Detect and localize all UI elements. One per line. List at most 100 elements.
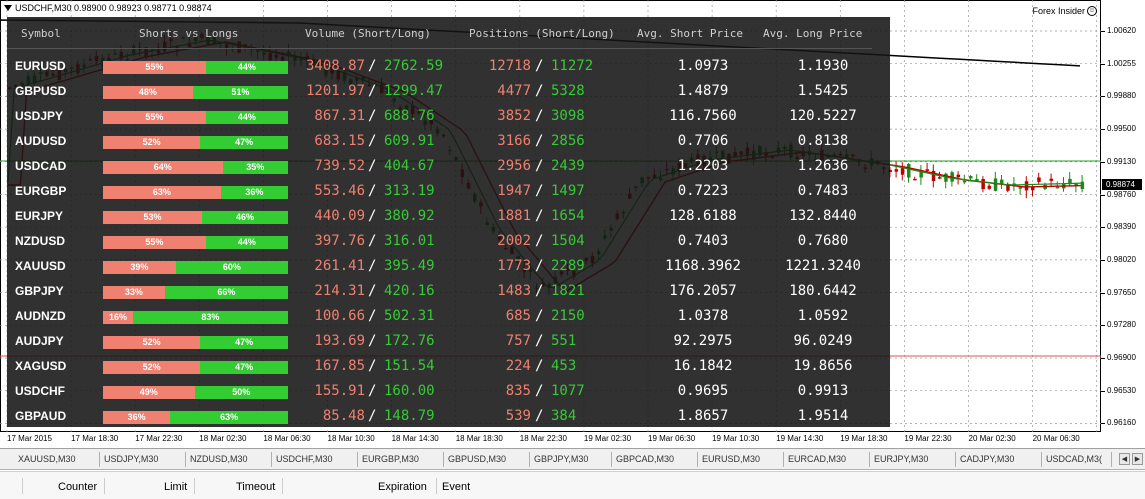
short-percent: 52% (103, 136, 201, 149)
short-percent: 48% (103, 86, 193, 99)
positions-separator: / (535, 358, 544, 374)
symbol-cell: XAUUSD (15, 259, 66, 273)
long-percent: 44% (205, 61, 288, 74)
long-percent: 35% (222, 161, 288, 174)
volume-separator: / (368, 258, 377, 274)
column-event[interactable]: Event (442, 481, 470, 493)
chart-tab[interactable]: GBPUSD,M30 (444, 452, 530, 467)
chart-tab[interactable]: USDCHF,M30 (272, 452, 358, 467)
chart-tab[interactable]: EURUSD,M30 (698, 452, 784, 467)
avg-long-price: 1.0592 (797, 308, 849, 324)
table-row: USDJPY 55% 44% 867.31/688.76 3852/3098 116.75… (7, 104, 890, 129)
positions-long: 2289 (551, 258, 585, 274)
header-shorts-vs-longs: Shorts vs Longs (139, 27, 239, 40)
price-label: 0.98020 (1107, 254, 1136, 264)
chart-tab[interactable]: NZDUSD,M30 (186, 452, 272, 467)
chart-tab[interactable]: EURJPY,M30 (870, 452, 956, 467)
table-row: AUDUSD 52% 47% 683.15/609.91 3166/2856 0.7706… (7, 129, 890, 154)
short-percent: 39% (103, 261, 176, 274)
positions-long: 1497 (551, 183, 585, 199)
chart-tab[interactable]: EURGBP,M30 (358, 452, 444, 467)
volume-long: 160.00 (384, 383, 435, 399)
column-timeout[interactable]: Timeout (236, 481, 275, 493)
volume-long: 380.92 (384, 208, 435, 224)
long-percent: 63% (170, 411, 288, 424)
chart-window[interactable]: USDCHF,M30 0.98900 0.98923 0.98771 0.988… (0, 0, 1145, 449)
symbol-cell: EURUSD (15, 59, 66, 73)
chart-tab[interactable]: CADJPY,M30 (956, 452, 1042, 467)
positions-long: 1077 (551, 383, 585, 399)
volume-short: 155.91 (314, 383, 365, 399)
price-label: 0.96160 (1107, 418, 1136, 428)
price-tick (1101, 259, 1105, 261)
symbol-cell: XAGUSD (15, 359, 67, 373)
chart-tab[interactable]: GBPCAD,M30 (612, 452, 698, 467)
positions-short: 1881 (497, 208, 531, 224)
price-scale[interactable]: 1.00620 1.00255 0.99880 0.99500 0.99130 0.987… (1101, 0, 1145, 432)
column-limit[interactable]: Limit (164, 481, 187, 493)
price-label: 0.98390 (1107, 222, 1136, 232)
symbol-cell: NZDUSD (15, 234, 65, 248)
volume-long: 313.19 (384, 183, 435, 199)
short-percent: 55% (103, 236, 206, 249)
column-counter[interactable]: Counter (58, 481, 97, 493)
volume-separator: / (368, 133, 377, 149)
positions-short: 4477 (497, 83, 531, 99)
positions-separator: / (535, 208, 544, 224)
time-label: 17 Mar 22:30 (135, 434, 183, 443)
positions-panel: Symbol Shorts vs Longs Volume (Short/Lon… (7, 17, 890, 427)
long-percent: 36% (220, 186, 288, 199)
candle-body (956, 174, 961, 178)
volume-long: 502.31 (384, 308, 435, 324)
sentiment-bar: 39% 60% (103, 261, 288, 274)
scroll-right-icon[interactable]: ▶ (1132, 453, 1143, 465)
chart-tab[interactable]: GBPJPY,M30 (530, 452, 612, 467)
chart-title-text: USDCHF,M30 0.98900 0.98923 0.98771 0.988… (15, 3, 212, 13)
price-label: 0.99130 (1107, 156, 1136, 166)
volume-short: 261.41 (314, 258, 365, 274)
dropdown-triangle-icon[interactable] (4, 5, 12, 11)
long-percent: 47% (200, 361, 288, 374)
scroll-left-icon[interactable]: ◀ (1119, 453, 1130, 465)
chart-tab[interactable]: USDJPY,M30 (100, 452, 186, 467)
chart-tab[interactable]: EURCAD,M30 (784, 452, 870, 467)
time-label: 19 Mar 06:30 (648, 434, 696, 443)
positions-long: 1821 (551, 283, 585, 299)
positions-short: 1483 (497, 283, 531, 299)
avg-long-price: 120.5227 (789, 108, 857, 124)
positions-long: 2856 (551, 133, 585, 149)
header-avg-long: Avg. Long Price (763, 27, 863, 40)
volume-separator: / (368, 333, 377, 349)
volume-long: 688.76 (384, 108, 435, 124)
sentiment-bar: 53% 46% (103, 211, 288, 224)
time-label: 19 Mar 18:30 (840, 434, 888, 443)
time-label: 18 Mar 18:30 (455, 434, 503, 443)
positions-separator: / (535, 133, 544, 149)
tab-scroll-arrows: ◀ ▶ (1119, 453, 1143, 465)
volume-long: 172.76 (384, 333, 435, 349)
price-tick (1101, 292, 1105, 294)
avg-long-price: 0.7680 (797, 233, 849, 249)
volume-long: 148.79 (384, 408, 435, 424)
candle-body (1024, 181, 1029, 191)
candle-body (987, 185, 992, 189)
column-expiration[interactable]: Expiration (378, 481, 427, 493)
positions-short: 2956 (497, 158, 531, 174)
price-tick (1101, 63, 1105, 65)
positions-short: 224 (505, 358, 531, 374)
volume-separator: / (368, 208, 377, 224)
price-tick (1101, 161, 1105, 163)
volume-short: 683.15 (314, 133, 365, 149)
chart-tab[interactable]: USDCAD,M3( (1042, 452, 1112, 467)
positions-separator: / (535, 258, 544, 274)
short-percent: 36% (103, 411, 171, 424)
avg-long-price: 19.8656 (793, 358, 853, 374)
symbol-cell: GBPJPY (15, 284, 64, 298)
sentiment-bar: 63% 36% (103, 186, 288, 199)
candle-body (969, 176, 973, 179)
time-label: 19 Mar 02:30 (583, 434, 632, 443)
time-scale[interactable]: 17 Mar 2015 17 Mar 18:30 17 Mar 22:30 18 Ma… (0, 432, 1101, 448)
chart-tab[interactable]: XAUUSD,M30 (14, 452, 100, 467)
price-label: 0.99500 (1107, 124, 1136, 134)
volume-short: 214.31 (314, 283, 365, 299)
